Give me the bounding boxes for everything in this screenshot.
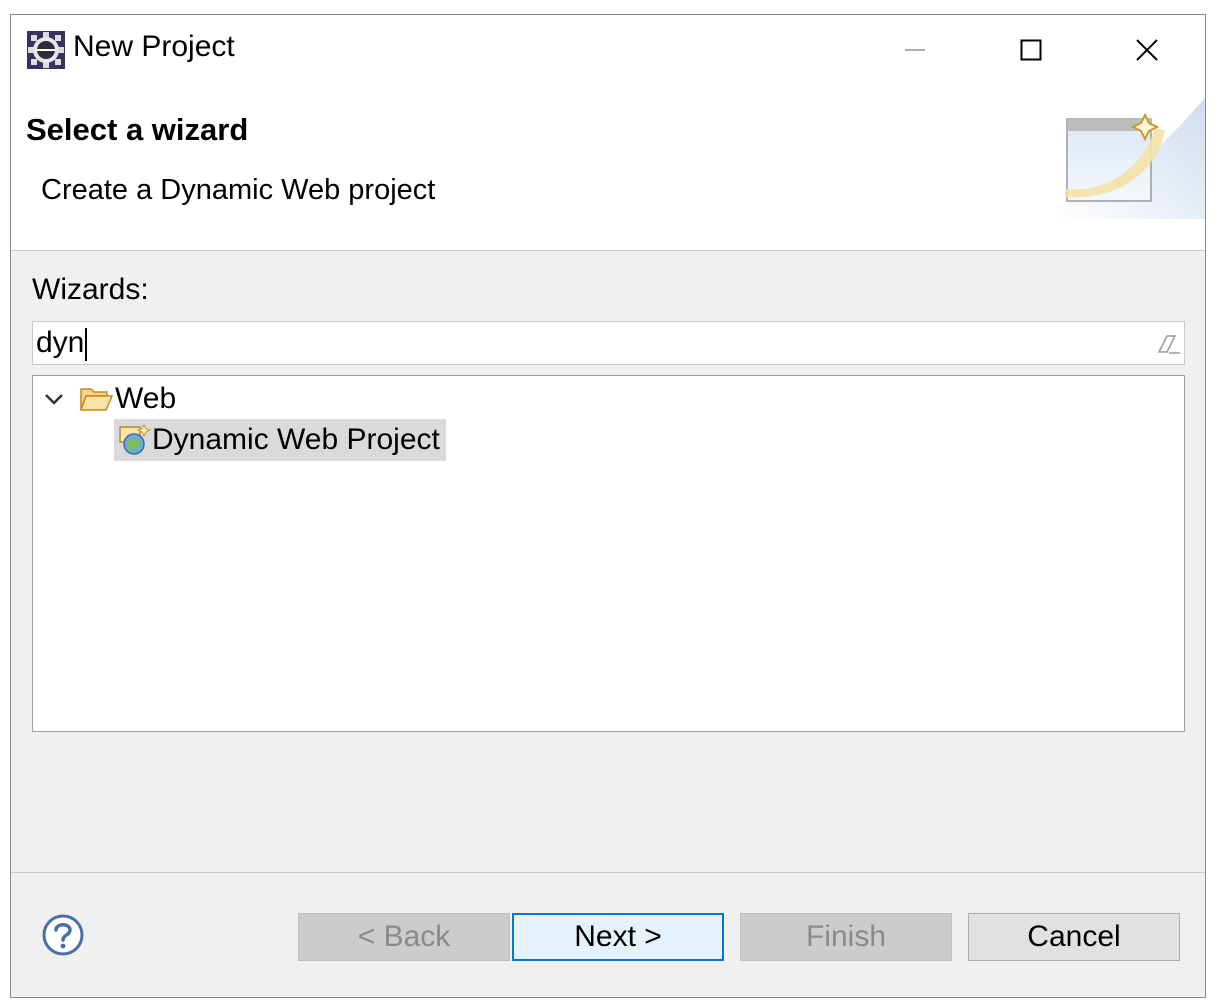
open-folder-icon	[79, 388, 113, 411]
eclipse-icon	[27, 31, 65, 69]
tree-item-dynamic-web-project[interactable]: Dynamic Web Project	[114, 419, 446, 461]
close-button[interactable]	[1089, 15, 1205, 85]
wizards-label: Wizards:	[32, 273, 149, 306]
finish-button[interactable]: Finish	[740, 913, 952, 961]
page-description: Create a Dynamic Web project	[41, 174, 436, 206]
title-bar: New Project	[11, 15, 1205, 85]
dynamic-web-project-icon	[119, 423, 151, 455]
chevron-down-icon[interactable]	[41, 386, 67, 412]
help-icon[interactable]	[41, 913, 85, 957]
tree-item-label: Web	[115, 382, 177, 415]
window-title: New Project	[73, 30, 235, 63]
wizard-filter-input[interactable]: dyn	[32, 321, 1185, 365]
back-button[interactable]: < Back	[298, 913, 510, 961]
tree-item-web[interactable]: Web	[41, 378, 176, 420]
eraser-icon[interactable]	[1153, 330, 1181, 358]
button-bar: < Back Next > Finish Cancel	[11, 873, 1205, 997]
cancel-button[interactable]: Cancel	[968, 913, 1180, 961]
filter-text: dyn	[36, 325, 88, 361]
new-wizard-banner-icon	[1055, 97, 1205, 219]
wizard-header: Select a wizard Create a Dynamic Web pro…	[11, 85, 1205, 251]
wizard-tree[interactable]: Web Dynamic Web Project	[32, 375, 1185, 732]
tree-item-label: Dynamic Web Project	[152, 423, 440, 456]
minimize-button[interactable]	[857, 15, 973, 85]
maximize-icon	[1020, 39, 1042, 61]
page-title: Select a wizard	[26, 112, 249, 147]
maximize-button[interactable]	[973, 15, 1089, 85]
text-caret	[85, 327, 88, 361]
wizard-body: Wizards: dyn Web Dynamic Web Project	[11, 251, 1205, 873]
close-icon	[1136, 39, 1158, 61]
next-button[interactable]: Next >	[512, 913, 724, 961]
new-project-dialog: New Project Select a wizard Create a Dyn…	[10, 14, 1206, 998]
minimize-icon	[905, 49, 925, 51]
